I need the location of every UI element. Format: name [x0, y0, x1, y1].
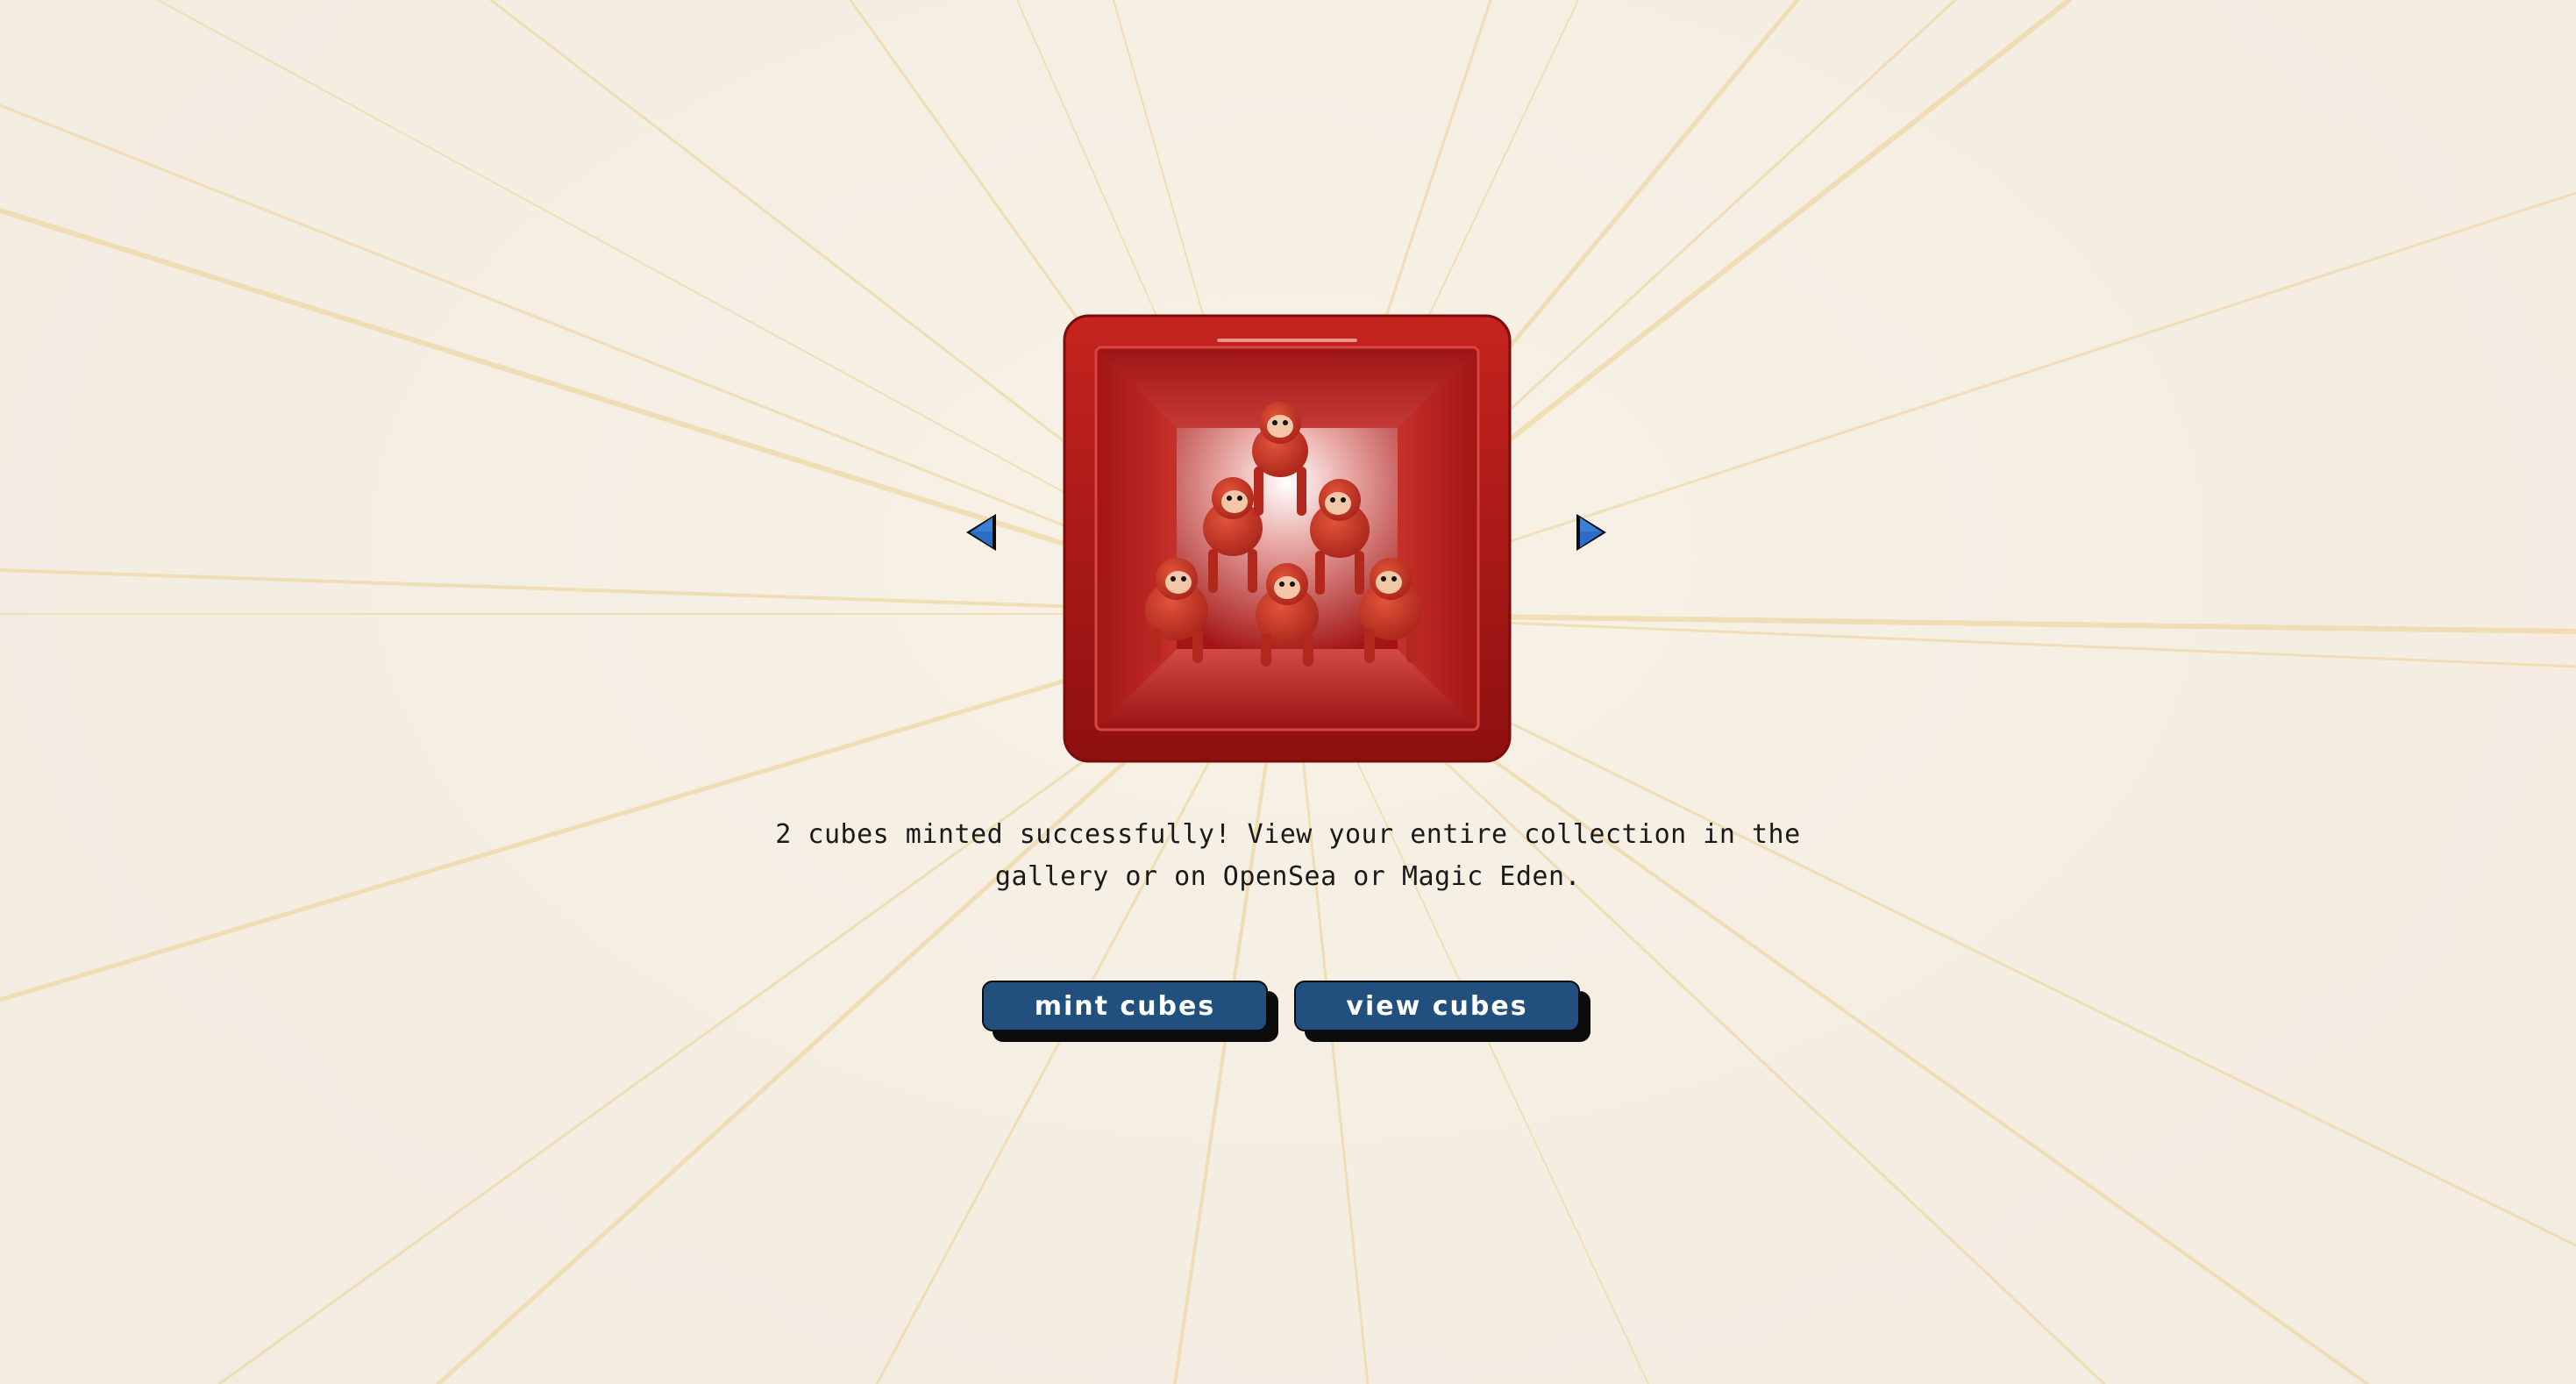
- prev-cube-button[interactable]: [963, 510, 1001, 554]
- cube-image: [1061, 312, 1513, 765]
- mint-cubes-button[interactable]: MINT CUBES: [982, 981, 1278, 1042]
- triangle-right-icon: [1576, 514, 1606, 551]
- next-cube-button[interactable]: [1571, 510, 1610, 554]
- mint-cubes-label: MINT CUBES: [982, 981, 1268, 1031]
- view-cubes-button[interactable]: VIEW CUBES: [1294, 981, 1590, 1042]
- view-cubes-label: VIEW CUBES: [1294, 981, 1580, 1031]
- mint-success-screen: 2 cubes minted successfully! View your e…: [0, 0, 2576, 1384]
- triangle-left-icon: [966, 514, 996, 551]
- mint-success-message: 2 cubes minted successfully! View your e…: [775, 819, 1801, 892]
